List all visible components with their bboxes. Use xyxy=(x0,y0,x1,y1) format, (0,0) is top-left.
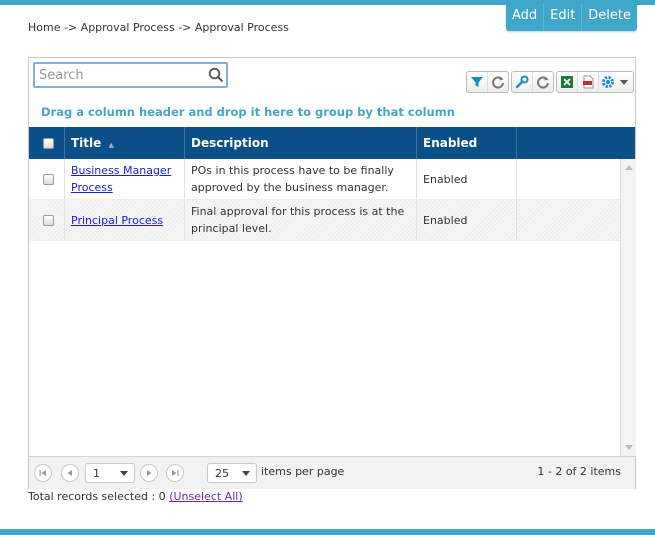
filter-icon[interactable] xyxy=(467,72,487,92)
title-cell: Business Manager Process xyxy=(65,159,185,199)
unselect-all-link[interactable]: (Unselect All) xyxy=(169,490,242,503)
breadcrumb: Home -> Approval Process -> Approval Pro… xyxy=(28,21,289,34)
scroll-up-icon[interactable] xyxy=(625,165,633,170)
column-header-label: Description xyxy=(191,136,269,150)
row-select-cell xyxy=(29,200,65,240)
table-row[interactable]: Principal Process Final approval for thi… xyxy=(29,200,620,241)
column-header-description[interactable]: Description xyxy=(185,127,417,159)
selection-summary: Total records selected : 0 (Unselect All… xyxy=(28,490,243,503)
title-cell: Principal Process xyxy=(65,200,185,240)
column-header-label: Enabled xyxy=(423,136,478,150)
bottom-accent-bar xyxy=(0,529,655,535)
search-icon[interactable] xyxy=(208,67,224,87)
search-input[interactable] xyxy=(35,64,209,87)
sort-ascending-icon: ▲ xyxy=(108,141,114,149)
row-checkbox[interactable] xyxy=(43,173,54,185)
gear-icon[interactable] xyxy=(598,72,633,92)
add-button[interactable]: Add xyxy=(506,3,543,31)
total-selected-label: Total records selected : 0 xyxy=(28,490,166,503)
first-page-button[interactable] xyxy=(34,464,52,482)
filter-group xyxy=(466,71,509,93)
wrench-icon[interactable] xyxy=(512,72,532,92)
next-page-button[interactable] xyxy=(140,464,158,482)
page-size-select[interactable]: 25 xyxy=(207,463,257,483)
data-grid: Drag a column header and drop it here to… xyxy=(28,57,636,489)
refresh-icon[interactable] xyxy=(532,72,553,92)
pager-info: 1 - 2 of 2 items xyxy=(537,465,621,478)
description-cell: Final approval for this process is at th… xyxy=(185,200,417,240)
page-select[interactable]: 1 xyxy=(85,463,135,483)
vertical-scrollbar[interactable] xyxy=(620,159,636,456)
last-page-button[interactable] xyxy=(166,464,184,482)
scroll-down-icon[interactable] xyxy=(625,445,633,450)
chevron-down-icon xyxy=(242,471,250,476)
column-header-empty xyxy=(517,127,635,159)
grid-toolbar xyxy=(466,71,636,93)
select-all-checkbox[interactable] xyxy=(43,137,54,149)
title-link[interactable]: Principal Process xyxy=(71,212,163,229)
group-drop-hint[interactable]: Drag a column header and drop it here to… xyxy=(41,105,455,119)
columns-group xyxy=(511,71,554,93)
edit-button[interactable]: Edit xyxy=(544,3,581,31)
table-row[interactable]: Business Manager Process POs in this pro… xyxy=(29,159,620,200)
excel-icon[interactable] xyxy=(557,72,577,92)
column-header-label: Title xyxy=(71,136,102,150)
row-select-cell xyxy=(29,159,65,199)
column-header-enabled[interactable]: Enabled xyxy=(417,127,517,159)
column-header-title[interactable]: Title ▲ xyxy=(65,127,185,159)
pdf-icon[interactable] xyxy=(577,72,598,92)
page-select-value: 1 xyxy=(93,466,100,480)
previous-page-button[interactable] xyxy=(61,464,79,482)
pager: 1 25 items per page 1 - 2 of 2 items xyxy=(29,456,635,489)
table-body: Business Manager Process POs in this pro… xyxy=(29,159,620,456)
refresh-icon[interactable] xyxy=(487,72,508,92)
select-all-cell xyxy=(29,127,65,159)
delete-button[interactable]: Delete xyxy=(582,3,637,31)
chevron-down-icon xyxy=(120,471,128,476)
export-group xyxy=(556,71,634,93)
row-checkbox[interactable] xyxy=(43,214,54,226)
items-per-page-label: items per page xyxy=(261,465,345,478)
search-box xyxy=(33,62,228,88)
empty-cell xyxy=(517,159,620,199)
table-header: Title ▲ Description Enabled xyxy=(29,127,635,159)
enabled-cell: Enabled xyxy=(417,159,517,199)
empty-cell xyxy=(517,200,620,240)
action-bar: Add Edit Delete xyxy=(506,3,637,31)
description-cell: POs in this process have to be finally a… xyxy=(185,159,417,199)
enabled-cell: Enabled xyxy=(417,200,517,240)
page-size-value: 25 xyxy=(215,466,229,480)
title-link[interactable]: Business Manager Process xyxy=(71,162,178,196)
